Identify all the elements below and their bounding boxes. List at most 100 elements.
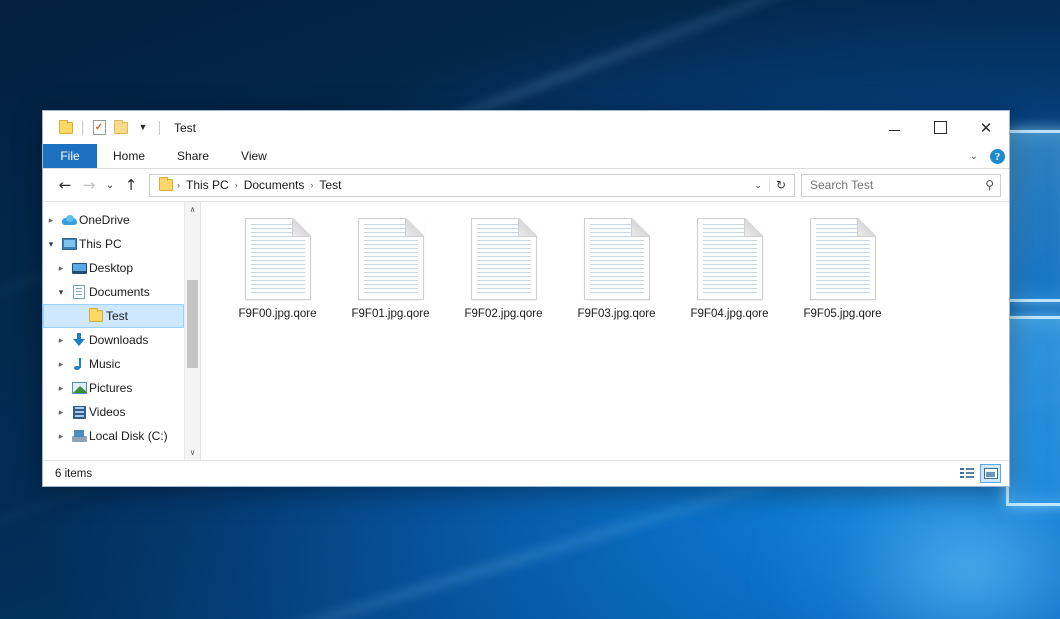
ribbon-right-controls: ⌄ ? xyxy=(965,144,1005,169)
file-grid: F9F00.jpg.qore F9F01.jpg.qore F9F02.jpg.… xyxy=(221,216,1009,320)
sidebar-item-music[interactable]: ▸ Music xyxy=(43,352,184,376)
list-item[interactable]: F9F05.jpg.qore xyxy=(786,216,899,320)
sidebar-item-pictures[interactable]: ▸ Pictures xyxy=(43,376,184,400)
tab-home[interactable]: Home xyxy=(97,144,161,168)
sidebar-item-this-pc[interactable]: ▾ This PC xyxy=(43,232,184,256)
file-list-pane[interactable]: F9F00.jpg.qore F9F01.jpg.qore F9F02.jpg.… xyxy=(201,202,1009,460)
scroll-down-arrow-icon[interactable]: ∨ xyxy=(185,445,200,460)
view-mode-buttons xyxy=(956,464,1001,483)
sidebar-item-onedrive[interactable]: ▸ OneDrive xyxy=(43,208,184,232)
sidebar-item-label: Documents xyxy=(89,285,150,299)
new-folder-icon[interactable] xyxy=(110,117,132,139)
navigation-bar: ← → ⌄ ↑ › This PC › Documents › Test ⌄ ↻… xyxy=(43,169,1009,201)
sidebar-item-downloads[interactable]: ▸ Downloads xyxy=(43,328,184,352)
list-item[interactable]: F9F02.jpg.qore xyxy=(447,216,560,320)
file-name-label: F9F01.jpg.qore xyxy=(352,308,430,320)
expand-ribbon-chevron-icon[interactable]: ⌄ xyxy=(965,151,983,162)
twisty-collapsed-icon[interactable]: ▸ xyxy=(53,335,69,346)
sidebar-item-label: Downloads xyxy=(89,333,148,347)
quick-access-toolbar: ▼ xyxy=(43,117,165,139)
sidebar-item-local-disk-c[interactable]: ▸ Local Disk (C:) xyxy=(43,424,184,448)
sidebar-item-label: Local Disk (C:) xyxy=(89,429,168,443)
file-name-label: F9F02.jpg.qore xyxy=(465,308,543,320)
twisty-collapsed-icon[interactable]: ▸ xyxy=(53,359,69,370)
file-name-label: F9F04.jpg.qore xyxy=(691,308,769,320)
pc-icon xyxy=(59,238,79,250)
document-icon xyxy=(358,218,424,300)
sidebar-item-desktop[interactable]: ▸ Desktop xyxy=(43,256,184,280)
breadcrumb-item-documents[interactable]: Documents xyxy=(239,176,310,194)
twisty-collapsed-icon[interactable]: ▸ xyxy=(53,263,69,274)
ribbon-tab-bar: File Home Share View ⌄ ? xyxy=(43,144,1009,169)
twisty-collapsed-icon[interactable]: ▸ xyxy=(43,215,59,226)
file-name-label: F9F00.jpg.qore xyxy=(239,308,317,320)
customize-chevron-icon[interactable]: ▼ xyxy=(132,117,154,139)
twisty-collapsed-icon[interactable]: ▸ xyxy=(53,383,69,394)
sidebar-item-label: Desktop xyxy=(89,261,133,275)
item-count-label: 6 items xyxy=(55,468,92,480)
document-icon xyxy=(245,218,311,300)
cloud-icon xyxy=(59,215,79,225)
desktop-icon xyxy=(69,263,89,274)
recent-locations-chevron-icon[interactable]: ⌄ xyxy=(101,173,119,197)
search-box[interactable]: ⚲ xyxy=(801,174,1001,197)
documents-icon xyxy=(69,285,89,299)
sidebar-item-label: Videos xyxy=(89,405,125,419)
window-body: ▸ OneDrive ▾ This PC ▸ Desktop ▾ xyxy=(43,201,1009,460)
sidebar-item-label: This PC xyxy=(79,237,122,251)
back-button[interactable]: ← xyxy=(53,173,77,197)
refresh-icon[interactable]: ↻ xyxy=(769,178,792,192)
search-input[interactable] xyxy=(808,177,985,193)
tab-file[interactable]: File xyxy=(43,144,97,168)
file-explorer-window: ▼ Test ✕ File Home Share View ⌄ ? ← → ⌄ … xyxy=(42,110,1010,487)
sidebar-item-label: Test xyxy=(106,309,128,323)
status-bar: 6 items xyxy=(43,460,1009,486)
properties-icon[interactable] xyxy=(88,117,110,139)
list-item[interactable]: F9F03.jpg.qore xyxy=(560,216,673,320)
downloads-icon xyxy=(69,333,89,347)
breadcrumb-item-test[interactable]: Test xyxy=(314,176,346,194)
tab-view[interactable]: View xyxy=(225,144,283,168)
help-icon[interactable]: ? xyxy=(990,149,1005,164)
scroll-up-arrow-icon[interactable]: ∧ xyxy=(185,202,200,217)
document-icon xyxy=(697,218,763,300)
pictures-icon xyxy=(69,382,89,394)
details-view-button[interactable] xyxy=(956,464,977,483)
music-icon xyxy=(69,357,89,371)
twisty-expanded-icon[interactable]: ▾ xyxy=(53,287,69,298)
windows-logo-pane xyxy=(1006,130,1060,302)
sidebar-item-videos[interactable]: ▸ Videos xyxy=(43,400,184,424)
search-icon[interactable]: ⚲ xyxy=(985,178,994,192)
folder-tree: ▸ OneDrive ▾ This PC ▸ Desktop ▾ xyxy=(43,202,184,460)
twisty-collapsed-icon[interactable]: ▸ xyxy=(53,431,69,442)
sidebar-scrollbar[interactable]: ∧ ∨ xyxy=(184,202,200,460)
title-bar: ▼ Test ✕ xyxy=(43,111,1009,144)
address-bar[interactable]: › This PC › Documents › Test ⌄ ↻ xyxy=(149,174,795,197)
sidebar-item-label: OneDrive xyxy=(79,213,130,227)
sidebar-item-documents[interactable]: ▾ Documents xyxy=(43,280,184,304)
minimize-button[interactable] xyxy=(871,111,917,144)
address-dropdown-chevron-icon[interactable]: ⌄ xyxy=(747,180,769,191)
up-button[interactable]: ↑ xyxy=(119,173,143,197)
tab-share[interactable]: Share xyxy=(161,144,225,168)
list-item[interactable]: F9F04.jpg.qore xyxy=(673,216,786,320)
navigation-pane: ▸ OneDrive ▾ This PC ▸ Desktop ▾ xyxy=(43,202,201,460)
videos-icon xyxy=(69,406,89,419)
document-icon xyxy=(584,218,650,300)
large-icons-view-button[interactable] xyxy=(980,464,1001,483)
disk-icon xyxy=(69,430,89,442)
close-button[interactable]: ✕ xyxy=(963,111,1009,144)
sidebar-item-test[interactable]: Test xyxy=(43,304,184,328)
list-item[interactable]: F9F00.jpg.qore xyxy=(221,216,334,320)
list-item[interactable]: F9F01.jpg.qore xyxy=(334,216,447,320)
scrollbar-thumb[interactable] xyxy=(187,280,198,368)
sidebar-item-label: Music xyxy=(89,357,120,371)
document-icon xyxy=(810,218,876,300)
twisty-collapsed-icon[interactable]: ▸ xyxy=(53,407,69,418)
breadcrumb-item-this-pc[interactable]: This PC xyxy=(181,176,234,194)
folder-icon[interactable] xyxy=(55,117,77,139)
sidebar-item-label: Pictures xyxy=(89,381,132,395)
maximize-button[interactable] xyxy=(917,111,963,144)
twisty-expanded-icon[interactable]: ▾ xyxy=(43,239,59,250)
breadcrumb-folder-icon xyxy=(156,179,176,191)
